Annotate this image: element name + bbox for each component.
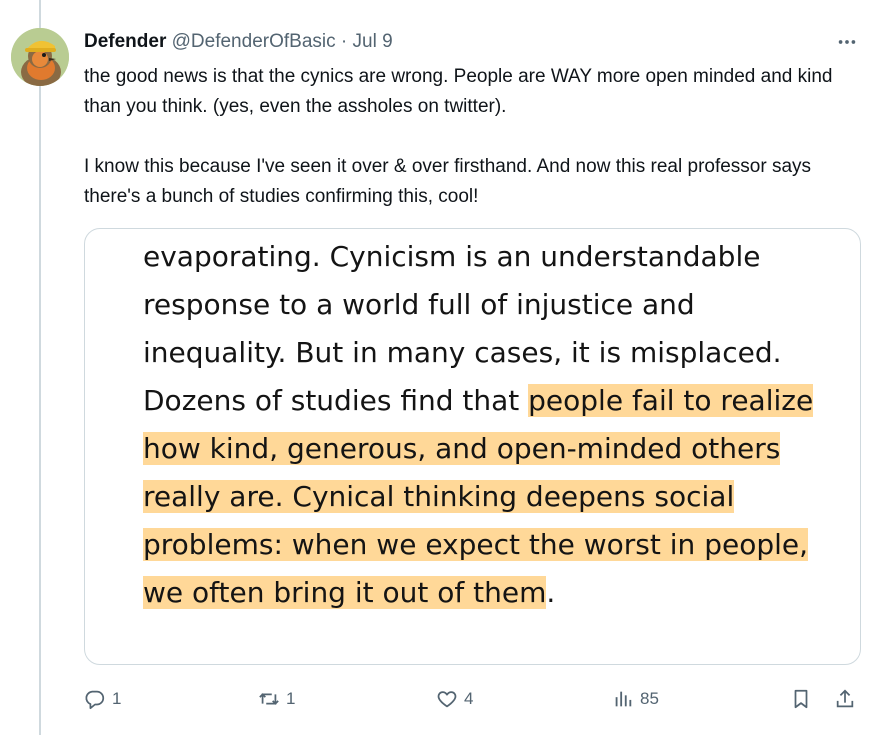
media-image[interactable]: evaporating. Cynicism is an understandab… — [84, 228, 861, 665]
heart-icon — [437, 691, 457, 708]
views-count: 85 — [640, 689, 659, 708]
tweet-header: Defender @DefenderOfBasic · Jul 9 — [84, 30, 393, 54]
tweet-text: the good news is that the cynics are wro… — [84, 62, 844, 212]
more-button[interactable] — [834, 30, 860, 54]
excerpt-highlighted-text: people fail to realize how kind, generou… — [143, 384, 814, 609]
reply-button[interactable]: 1 — [84, 684, 121, 714]
book-excerpt: evaporating. Cynicism is an understandab… — [143, 233, 843, 617]
tweet-paragraph-1: the good news is that the cynics are wro… — [84, 66, 833, 117]
views-button[interactable]: 85 — [612, 684, 659, 714]
like-count: 4 — [464, 689, 474, 708]
like-button[interactable]: 4 — [436, 684, 473, 714]
separator-dot: · — [340, 31, 348, 52]
action-bar: 1 1 4 85 — [84, 684, 860, 714]
avatar[interactable] — [11, 28, 69, 86]
reply-icon — [85, 690, 105, 710]
tweet-date[interactable]: Jul 9 — [353, 31, 393, 52]
tweet-paragraph-2: I know this because I've seen it over & … — [84, 156, 812, 207]
reply-count: 1 — [112, 689, 122, 708]
views-icon — [615, 691, 632, 707]
author-handle[interactable]: @DefenderOfBasic — [172, 31, 336, 52]
more-icon — [838, 40, 856, 44]
repost-count: 1 — [286, 689, 296, 708]
share-button[interactable] — [834, 684, 856, 714]
share-icon — [836, 689, 854, 708]
bookmark-icon — [794, 689, 808, 709]
thread-line — [39, 0, 41, 735]
excerpt-trailing-text: . — [546, 576, 556, 609]
repost-icon — [259, 693, 279, 705]
author-name[interactable]: Defender — [84, 31, 166, 52]
avatar-bird-image — [11, 28, 69, 86]
bookmark-button[interactable] — [790, 684, 812, 714]
repost-button[interactable]: 1 — [258, 684, 295, 714]
